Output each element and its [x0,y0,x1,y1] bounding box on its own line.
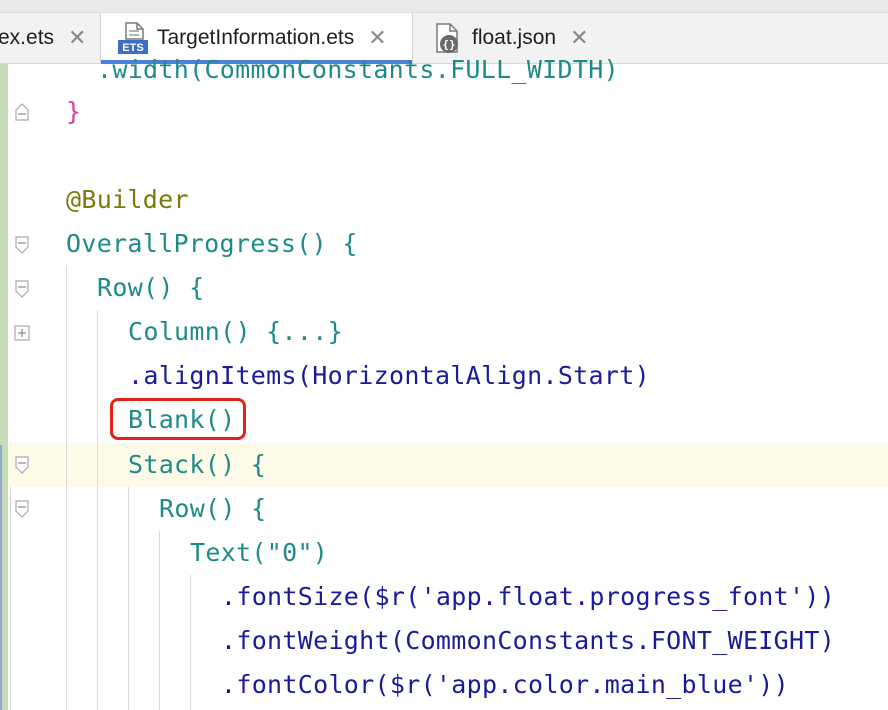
code-line-text[interactable]: Text("0") [190,531,328,575]
code-line-inner-row[interactable]: Row() { [159,487,266,531]
code-text: Row() { [159,494,267,523]
code-line-fontcolor[interactable]: .fontColor($r('app.color.main_blue')) [221,663,789,707]
code-text: .fontSize($r('app.float.progress_font')) [221,582,836,611]
fold-start-icon[interactable] [12,235,32,255]
tab-label: ex.ets [0,26,55,49]
code-text: OverallProgress() { [66,229,358,258]
indent-guide [190,575,191,710]
code-line-alignitems[interactable]: .alignItems(HorizontalAlign.Start) [128,354,650,398]
close-icon[interactable]: ✕ [68,25,86,51]
code-line-builder[interactable]: @Builder [66,178,189,222]
code-line-row[interactable]: Row() { [97,266,204,310]
indent-guide [159,531,160,710]
code-text: Row() { [97,273,205,302]
code-line-fontweight[interactable]: .fontWeight(CommonConstants.FONT_WEIGHT) [221,619,835,663]
code-line-column[interactable]: Column() {...} [128,310,343,354]
code-text: .fontWeight(CommonConstants.FONT_WEIGHT) [221,626,836,655]
code-line-close-brace[interactable]: } [66,90,81,134]
code-line-fontsize[interactable]: .fontSize($r('app.float.progress_font')) [221,575,835,619]
indent-guide [128,487,129,710]
tab-index-ets[interactable]: ex.ets ✕ [0,13,86,63]
code-text: @Builder [66,185,189,214]
fold-start-icon[interactable] [12,499,32,519]
tab-label: float.json [472,26,557,49]
code-text: Text("0") [190,538,329,567]
fold-end-icon[interactable] [12,102,32,122]
code-text: Column() {...} [128,317,343,346]
code-text: } [66,97,82,126]
tab-label: TargetInformation.ets [157,26,355,49]
code-line-stack[interactable]: Stack() { [128,443,266,487]
tab-bar-top-strip [0,0,888,13]
code-text: .fontColor($r('app.color.main_blue')) [221,670,789,699]
code-text: .alignItems(HorizontalAlign.Start) [128,361,650,390]
vcs-change-marker-modified [0,445,2,710]
indent-guide [66,266,67,710]
fold-start-icon[interactable] [12,455,32,475]
fold-start-icon[interactable] [12,279,32,299]
highlight-box [110,398,246,440]
code-text: .width(CommonConstants.FULL_WIDTH) [97,55,619,84]
indent-guide [97,310,98,710]
code-text: Stack() { [128,450,267,479]
fold-expand-icon[interactable] [12,323,32,343]
code-line-overallprogress[interactable]: OverallProgress() { [66,222,358,266]
code-line-width[interactable]: .width(CommonConstants.FULL_WIDTH) [97,48,619,92]
